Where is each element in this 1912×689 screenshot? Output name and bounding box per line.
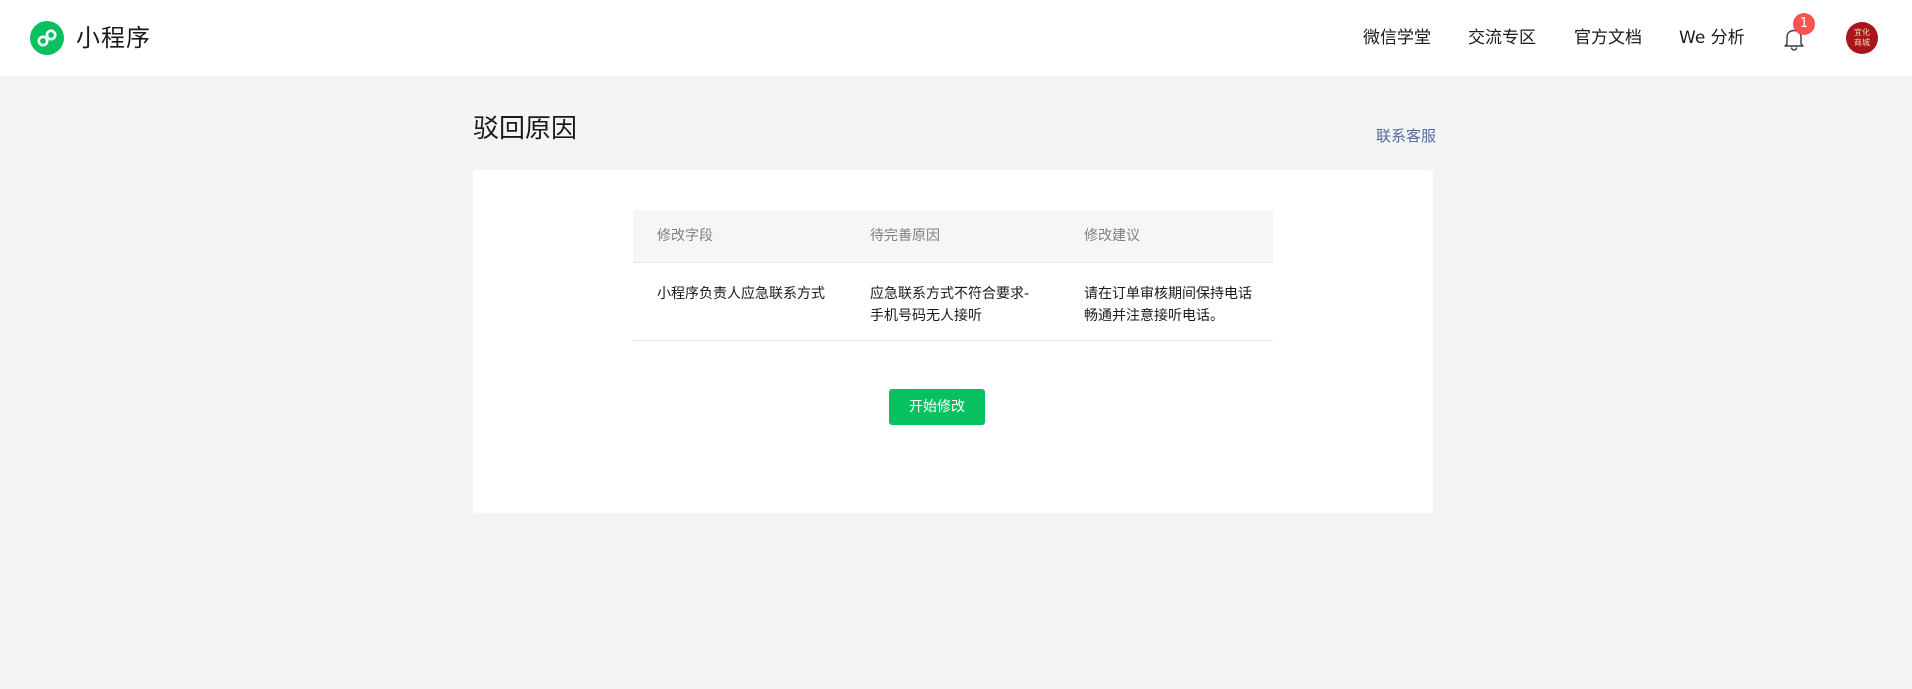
column-header-field: 修改字段 (657, 228, 713, 244)
rejection-table: 修改字段 待完善原因 修改建议 小程序负责人应急联系方式 应急联系方式不符合要求… (633, 210, 1273, 341)
cell-field: 小程序负责人应急联系方式 (657, 286, 825, 302)
table-header: 修改字段 待完善原因 修改建议 (633, 210, 1273, 263)
start-edit-button[interactable]: 开始修改 (889, 389, 985, 425)
column-header-reason: 待完善原因 (870, 228, 940, 244)
brand-name[interactable]: 小程序 (76, 22, 151, 54)
table-row: 小程序负责人应急联系方式 应急联系方式不符合要求-手机号码无人接听 请在订单审核… (633, 263, 1273, 341)
top-navigation-bar: 小程序 微信学堂 交流专区 官方文档 We 分析 1 宜化 商城 (0, 0, 1912, 76)
notification-badge: 1 (1793, 13, 1815, 35)
cell-suggestion: 请在订单审核期间保持电话畅通并注意接听电话。 (1084, 286, 1252, 324)
miniprogram-logo-icon[interactable] (30, 21, 64, 55)
avatar[interactable]: 宜化 商城 (1846, 22, 1878, 54)
rejection-reason-card: 修改字段 待完善原因 修改建议 小程序负责人应急联系方式 应急联系方式不符合要求… (473, 170, 1433, 513)
avatar-text-line-2: 商城 (1854, 38, 1870, 47)
contact-support-link[interactable]: 联系客服 (1376, 126, 1436, 146)
page-title: 驳回原因 (473, 114, 578, 144)
nav-item-wechat-academy[interactable]: 微信学堂 (1363, 26, 1431, 50)
cell-reason: 应急联系方式不符合要求-手机号码无人接听 (870, 286, 1030, 324)
nav-item-community[interactable]: 交流专区 (1468, 26, 1536, 50)
nav-item-we-analytics[interactable]: We 分析 (1679, 26, 1745, 50)
column-header-suggestion: 修改建议 (1084, 228, 1140, 244)
nav-item-official-docs[interactable]: 官方文档 (1574, 26, 1642, 50)
avatar-text-line-1: 宜化 (1854, 28, 1870, 37)
